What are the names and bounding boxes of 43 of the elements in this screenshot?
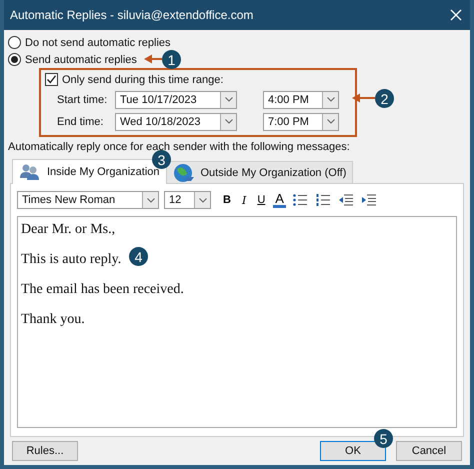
globe-icon	[172, 162, 194, 182]
italic-button[interactable]: I	[238, 194, 250, 206]
step-badge: 3	[152, 150, 171, 169]
outdent-icon[interactable]	[338, 194, 353, 206]
message-line: Thank you.	[21, 311, 85, 328]
message-line: The email has been received.	[21, 281, 184, 298]
chevron-icon	[326, 97, 334, 102]
message-line: This is auto reply.	[21, 251, 122, 268]
chevron-icon	[224, 119, 232, 124]
radio-button[interactable]	[8, 36, 21, 49]
time-label: Start time:	[56, 94, 108, 106]
indent-icon[interactable]	[362, 194, 376, 206]
time-dropdown[interactable]: 4:00 PM	[263, 90, 339, 108]
checkbox-label: Only send during this time range:	[62, 74, 224, 86]
instruction-text: Automatically reply once for each sender with the following messages:	[8, 140, 350, 153]
radio-label: Do not send automatic replies	[25, 36, 171, 48]
date-dropdown[interactable]: Wed 10/18/2023	[115, 112, 237, 130]
time-dropdown[interactable]: 7:00 PM	[263, 112, 339, 130]
chevron-icon	[224, 97, 232, 102]
window-title: Automatic Replies - siluvia@extendoffice.com	[10, 8, 254, 22]
cancel-button[interactable]: Cancel	[396, 441, 462, 461]
radio-label: Send automatic replies	[25, 54, 137, 66]
time-label: End time:	[56, 116, 104, 128]
underline-button[interactable]: U	[254, 194, 268, 206]
chevron-icon	[326, 119, 334, 124]
bold-button[interactable]: B	[220, 194, 234, 206]
tab[interactable]: Outside My Organization (Off)	[166, 161, 354, 183]
checkbox[interactable]	[45, 73, 58, 86]
step-badge: 1	[162, 50, 181, 69]
date-dropdown[interactable]: Tue 10/17/2023	[115, 90, 237, 108]
size-dropdown[interactable]: 12	[164, 191, 211, 209]
step-badge: 2	[375, 89, 394, 108]
numbered-list-icon[interactable]	[316, 194, 330, 206]
message-line: Dear Mr. or Ms.,	[21, 221, 116, 238]
radio-button[interactable]	[8, 53, 21, 66]
font-color-button[interactable]: A	[273, 192, 286, 208]
chevron-icon	[146, 198, 154, 202]
rules-button[interactable]: Rules...	[12, 441, 78, 461]
chevron-icon	[198, 198, 206, 202]
close-icon[interactable]	[450, 9, 462, 21]
bullet-list-icon[interactable]	[292, 194, 307, 206]
font-dropdown[interactable]: Times New Roman	[17, 191, 159, 209]
people-icon	[19, 163, 41, 181]
